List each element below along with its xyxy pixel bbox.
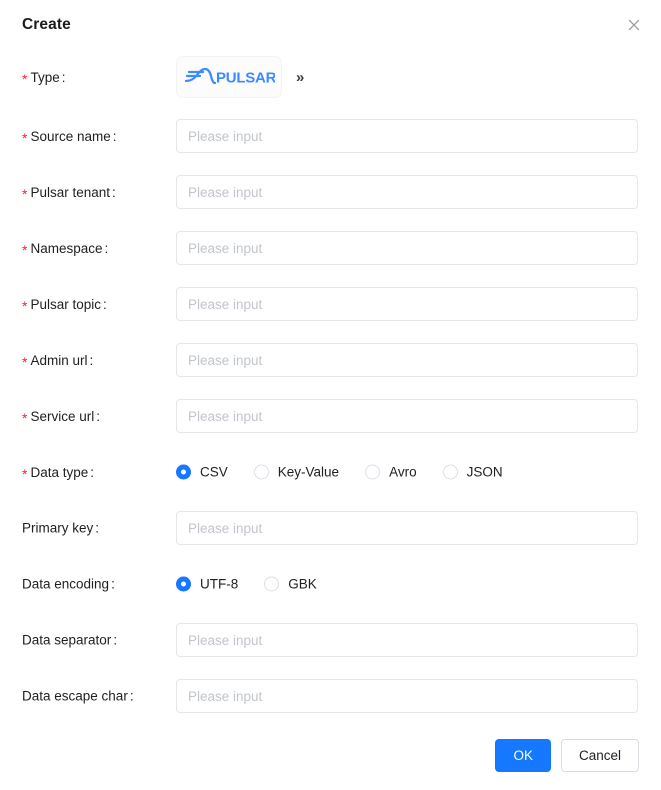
label-pulsar-topic: * Pulsar topic: [22,296,107,314]
required-marker: * [22,129,28,146]
form-row-data-type: * Data type: CSV Key-Value Avro JSON [0,444,661,500]
label-source-name: * Source name: [22,128,117,146]
label-service-url: * Service url: [22,408,100,426]
ok-button[interactable]: OK [495,739,551,772]
radio-data-type-key-value[interactable]: Key-Value [253,464,340,480]
form-row-service-url: * Service url: [0,388,661,444]
radio-mark-icon [176,576,191,592]
radio-mark-icon [365,464,381,480]
radio-label: Key-Value [277,464,340,480]
label-text: Admin url [30,352,88,368]
label-text: Namespace [30,240,103,256]
required-marker: * [22,353,28,370]
type-option-pulsar[interactable]: PULSAR [176,56,282,98]
radio-data-type-avro[interactable]: Avro [365,464,417,480]
radio-data-encoding-gbk[interactable]: GBK [264,576,317,592]
radio-label: Avro [389,464,417,480]
radio-data-type-json[interactable]: JSON [442,464,503,480]
label-primary-key: Primary key: [22,520,100,536]
label-data-encoding: Data encoding: [22,576,115,592]
field-data-separator [176,623,638,657]
radio-mark-icon [264,576,280,592]
field-source-name [176,119,638,153]
namespace-input[interactable] [176,231,638,265]
required-marker: * [22,241,28,258]
label-text: Data escape char [22,688,128,704]
label-type: * Type: [22,69,66,87]
type-field: PULSAR » [176,56,304,98]
radio-label: CSV [200,464,228,480]
form-row-data-encoding: Data encoding: UTF-8 GBK [0,556,661,612]
form-row-namespace: * Namespace: [0,220,661,276]
required-marker: * [22,185,28,202]
label-data-escape-char: Data escape char: [22,688,134,704]
radio-mark-icon [253,464,269,480]
radio-data-type-csv[interactable]: CSV [176,464,228,480]
label-pulsar-tenant: * Pulsar tenant: [22,184,116,202]
pulsar-logo-text: PULSAR [216,70,275,87]
label-text: Pulsar topic [30,296,101,312]
type-more-icon[interactable]: » [296,70,304,85]
page-title: Create [22,16,71,33]
form-row-data-separator: Data separator: [0,612,661,668]
label-admin-url: * Admin url: [22,352,94,370]
radio-data-encoding-utf8[interactable]: UTF-8 [176,576,239,592]
label-data-separator: Data separator: [22,632,118,648]
required-marker: * [22,409,28,426]
pulsar-tenant-input[interactable] [176,175,638,209]
label-text: Pulsar tenant [30,184,111,200]
data-encoding-radio-group: UTF-8 GBK [176,576,317,592]
label-text: Data separator [22,632,112,648]
form-row-pulsar-topic: * Pulsar topic: [0,276,661,332]
admin-url-input[interactable] [176,343,638,377]
label-text: Source name [30,128,111,144]
dialog-header: Create [0,0,661,46]
pulsar-topic-input[interactable] [176,287,638,321]
required-marker: * [22,465,28,482]
label-text: Data type [30,464,89,480]
form-row-pulsar-tenant: * Pulsar tenant: [0,164,661,220]
form-row-primary-key: Primary key: [0,500,661,556]
form-row-data-escape-char: Data escape char: [0,668,661,724]
required-marker: * [22,297,28,314]
field-pulsar-tenant [176,175,638,209]
radio-label: GBK [288,576,317,592]
field-service-url [176,399,638,433]
label-text: Service url [30,408,95,424]
label-text: Primary key [22,520,94,536]
form-row-source-name: * Source name: [0,108,661,164]
create-dialog: Create * Type: PULSAR » * Source name: … [0,0,661,790]
service-url-input[interactable] [176,399,638,433]
field-admin-url [176,343,638,377]
radio-mark-icon [176,464,191,480]
primary-key-input[interactable] [176,511,638,545]
label-type-text: Type [30,69,60,85]
field-primary-key [176,511,638,545]
label-namespace: * Namespace: [22,240,109,258]
required-marker: * [22,70,28,87]
close-icon[interactable] [623,14,645,36]
dialog-footer: OK Cancel [495,739,639,772]
cancel-button[interactable]: Cancel [560,739,639,772]
field-pulsar-topic [176,287,638,321]
label-data-type: * Data type: [22,464,95,482]
data-type-radio-group: CSV Key-Value Avro JSON [176,464,503,480]
form-row-admin-url: * Admin url: [0,332,661,388]
data-escape-char-input[interactable] [176,679,638,713]
field-namespace [176,231,638,265]
field-data-escape-char [176,679,638,713]
data-separator-input[interactable] [176,623,638,657]
label-text: Data encoding [22,576,110,592]
create-form: * Type: PULSAR » * Source name: Please … [0,46,661,724]
pulsar-logo-icon: PULSAR [184,67,275,87]
radio-label: JSON [466,464,503,480]
source-name-input[interactable] [176,119,638,153]
radio-label: UTF-8 [200,576,239,592]
radio-mark-icon [442,464,458,480]
form-row-type: * Type: PULSAR » [0,46,661,108]
